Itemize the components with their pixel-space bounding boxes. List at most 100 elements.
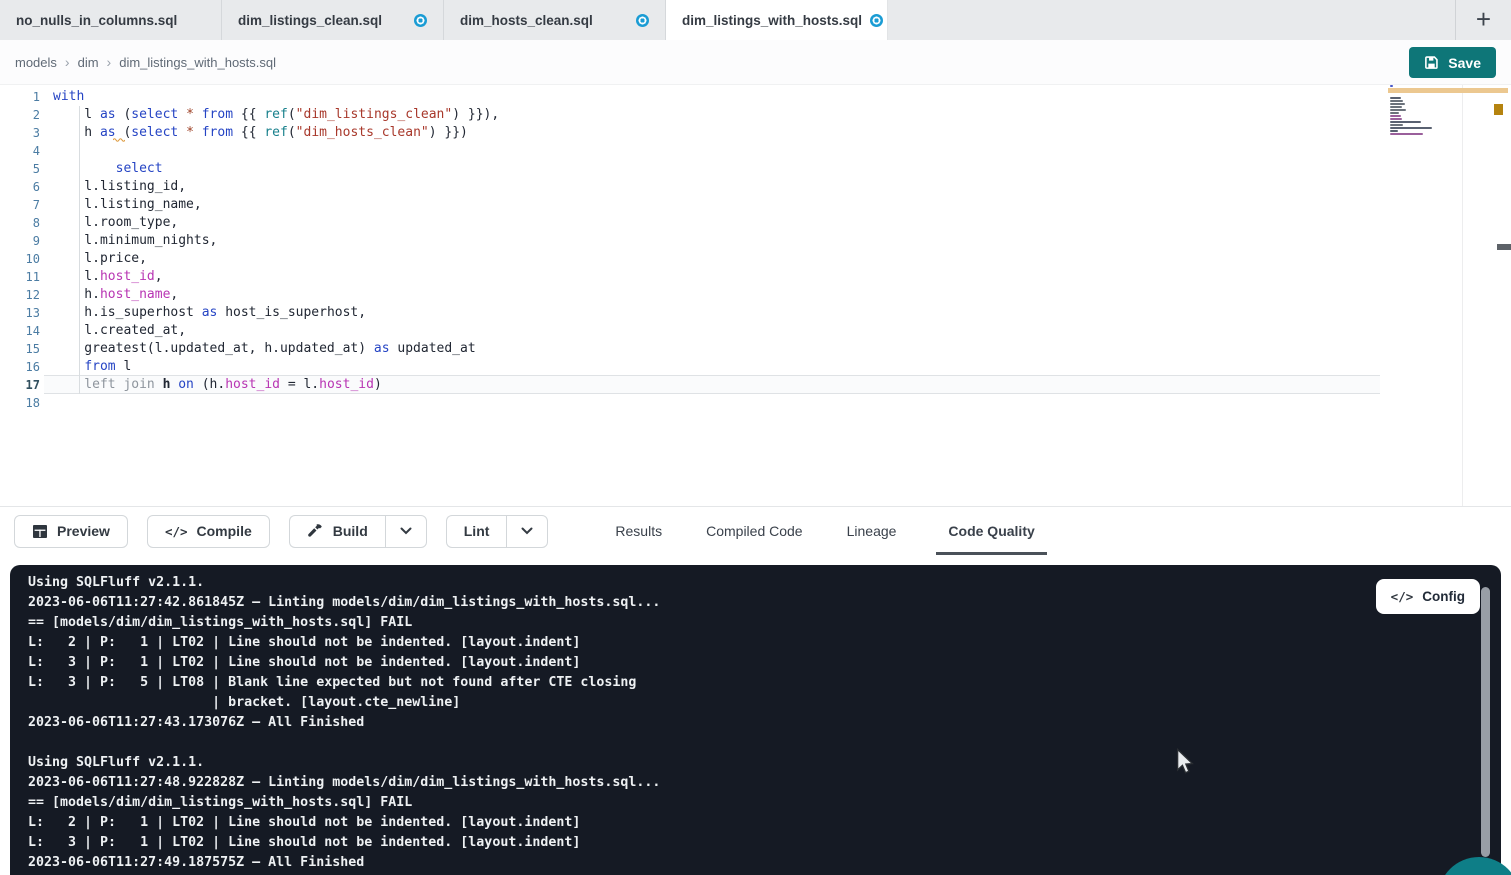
breadcrumb-segment: dim_listings_with_hosts.sql <box>119 55 276 70</box>
code-token: ) <box>374 377 382 392</box>
minimap-line <box>1390 130 1398 132</box>
terminal-line: L: 3 | P: 1 | LT02 | Line should not be … <box>28 653 1501 673</box>
terminal-panel: Using SQLFluff v2.1.1. 2023-06-06T11:27:4… <box>10 565 1501 875</box>
code-line: 8 l.room_type, <box>0 214 1511 232</box>
code-text: l.room_type, <box>53 214 178 232</box>
code-token: h.is_superhost <box>53 305 202 320</box>
file-tab-label: dim_listings_with_hosts.sql <box>682 13 862 28</box>
preview-button[interactable]: Preview <box>14 515 128 548</box>
unsaved-changes-dot <box>870 14 883 27</box>
build-split-button: Build <box>289 515 427 548</box>
line-number: 8 <box>0 214 40 232</box>
build-dropdown-button[interactable] <box>385 515 427 548</box>
line-number: 18 <box>0 394 40 412</box>
new-tab-button[interactable]: + <box>1455 0 1511 40</box>
panel-tab-code-quality[interactable]: Code Quality <box>936 507 1046 555</box>
code-token <box>178 125 186 140</box>
lint-button[interactable]: Lint <box>446 515 507 548</box>
code-line: 15 greatest(l.updated_at, h.updated_at) … <box>0 340 1511 358</box>
file-tab[interactable]: no_nulls_in_columns.sql <box>0 0 222 40</box>
terminal-line: 2023-06-06T11:27:43.173076Z — All Finish… <box>28 713 1501 733</box>
line-number: 16 <box>0 358 40 376</box>
code-token: * <box>186 107 194 122</box>
file-tab[interactable]: dim_listings_clean.sql <box>222 0 444 40</box>
file-tab[interactable]: dim_listings_with_hosts.sql <box>666 0 888 40</box>
code-token: ( <box>116 107 132 122</box>
terminal-line: == [models/dim/dim_listings_with_hosts.s… <box>28 613 1501 633</box>
code-line: 6 l.listing_id, <box>0 178 1511 196</box>
code-token: as <box>100 125 116 140</box>
code-token <box>53 359 84 374</box>
code-token: as <box>374 341 390 356</box>
code-token: l.room_type, <box>53 215 178 230</box>
terminal-line: | bracket. [layout.cte_newline] <box>28 693 1501 713</box>
code-token <box>194 107 202 122</box>
terminal-line: L: 3 | P: 5 | LT08 | Blank line expected… <box>28 673 1501 693</box>
code-text: h.is_superhost as host_is_superhost, <box>53 304 366 322</box>
breadcrumb-separator: › <box>57 54 78 70</box>
compile-button[interactable]: </> Compile <box>147 515 270 548</box>
build-button[interactable]: Build <box>289 515 385 548</box>
plus-icon: + <box>1476 6 1491 32</box>
code-text: h as (select * from {{ ref("dim_hosts_cl… <box>53 124 468 142</box>
line-number: 17 <box>0 376 40 394</box>
chevron-down-icon <box>400 527 412 535</box>
code-token: host_id <box>100 269 155 284</box>
code-token: from <box>202 107 233 122</box>
minimap-line <box>1390 100 1403 102</box>
minimap-line <box>1390 85 1393 87</box>
terminal-line: 2023-06-06T11:27:42.861845Z — Linting mo… <box>28 593 1501 613</box>
line-number: 12 <box>0 286 40 304</box>
terminal-line: Using SQLFluff v2.1.1. <box>28 753 1501 773</box>
minimap-line <box>1390 127 1432 129</box>
panel-tab-results[interactable]: Results <box>611 507 666 555</box>
panel-tab-lineage[interactable]: Lineage <box>843 507 901 555</box>
code-icon: </> <box>165 524 188 539</box>
dbt-ide-window: no_nulls_in_columns.sqldim_listings_clea… <box>0 0 1511 875</box>
code-line: 13 h.is_superhost as host_is_superhost, <box>0 304 1511 322</box>
save-button[interactable]: Save <box>1409 47 1496 78</box>
code-token: l.price, <box>53 251 147 266</box>
file-tab-label: dim_hosts_clean.sql <box>460 13 593 28</box>
file-tab[interactable]: dim_hosts_clean.sql <box>444 0 666 40</box>
terminal-output: Using SQLFluff v2.1.1. 2023-06-06T11:27:4… <box>10 565 1501 873</box>
code-text: l.created_at, <box>53 322 186 340</box>
unsaved-changes-dot <box>636 14 649 27</box>
code-line: 3 h as (select * from {{ ref("dim_hosts_… <box>0 124 1511 142</box>
line-number: 4 <box>0 142 40 160</box>
code-line: 2 l as (select * from {{ ref("dim_listin… <box>0 106 1511 124</box>
breadcrumb-segment: dim <box>78 55 99 70</box>
code-text: l as (select * from {{ ref("dim_listings… <box>53 106 499 124</box>
line-number: 10 <box>0 250 40 268</box>
code-lines: 1with2 l as (select * from {{ ref("dim_l… <box>0 85 1511 412</box>
code-token: h <box>53 125 100 140</box>
code-token: on <box>178 377 194 392</box>
panel-tabs: Results Compiled Code Lineage Code Quality <box>611 507 1046 555</box>
config-button[interactable]: </> Config <box>1376 579 1480 614</box>
hammer-icon <box>307 523 324 539</box>
code-text: greatest(l.updated_at, h.updated_at) as … <box>53 340 476 358</box>
code-editor[interactable]: 1with2 l as (select * from {{ ref("dim_l… <box>0 85 1511 506</box>
tab-bar: no_nulls_in_columns.sqldim_listings_clea… <box>0 0 1511 40</box>
line-number: 14 <box>0 322 40 340</box>
lint-dropdown-button[interactable] <box>506 515 548 548</box>
code-token: , <box>155 269 163 284</box>
line-number: 9 <box>0 232 40 250</box>
code-line: 18 <box>0 394 1511 412</box>
code-token <box>178 107 186 122</box>
terminal-scrollbar[interactable] <box>1481 587 1490 857</box>
code-line: 1with <box>0 88 1511 106</box>
code-token: {{ <box>233 125 264 140</box>
code-token: l. <box>53 269 100 284</box>
code-line: 17 left join h on (h.host_id = l.host_id… <box>0 376 1511 394</box>
code-icon: </> <box>1391 589 1414 604</box>
minimap-line <box>1390 124 1403 126</box>
panel-tab-compiled-code[interactable]: Compiled Code <box>702 507 807 555</box>
code-token <box>194 125 202 140</box>
code-text: l.price, <box>53 250 147 268</box>
breadcrumb: models›dim›dim_listings_with_hosts.sql <box>15 54 276 70</box>
code-token: select <box>116 161 163 176</box>
minimap[interactable] <box>1390 85 1460 139</box>
minimap-divider <box>1462 85 1463 506</box>
code-token: ref <box>264 107 287 122</box>
